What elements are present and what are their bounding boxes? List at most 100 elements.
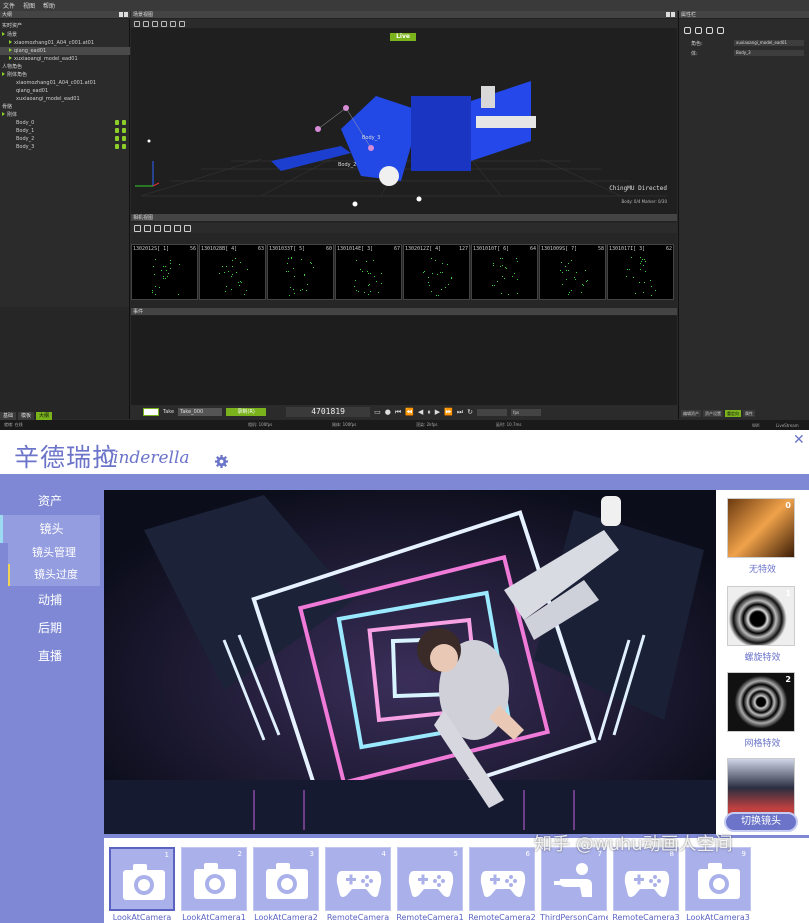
outliner-row[interactable]: Body_2: [0, 135, 130, 143]
camera-thumbnail[interactable]: 1301028B[ 4] 63: [199, 244, 266, 300]
outliner-row[interactable]: qiang_ead01: [0, 47, 130, 55]
camera-card[interactable]: 4: [325, 847, 391, 911]
outliner-row[interactable]: xiaomozhang01_A04_c001.at01: [0, 39, 130, 47]
camera-card[interactable]: 8: [613, 847, 679, 911]
rewind-icon[interactable]: ⏪: [405, 408, 414, 416]
expand-triangle-icon[interactable]: [9, 40, 12, 44]
nav-shots[interactable]: 镜头: [0, 515, 100, 543]
gear-icon[interactable]: [214, 454, 229, 469]
lock-icon[interactable]: [684, 27, 691, 34]
filter-icon[interactable]: [164, 224, 171, 232]
tab-basic[interactable]: 基础: [0, 412, 17, 420]
last-frame-icon[interactable]: ⏭: [457, 408, 463, 417]
camera-card[interactable]: 6: [469, 847, 535, 911]
tab-retarget[interactable]: 重定向: [725, 410, 741, 417]
outliner-row[interactable]: 场景: [0, 31, 130, 39]
expand-triangle-icon[interactable]: [9, 48, 12, 52]
bulb-icon[interactable]: [122, 128, 126, 133]
tab-properties[interactable]: 属性: [743, 410, 755, 417]
layout-icon[interactable]: [154, 224, 161, 232]
pause-icon[interactable]: ⏸: [427, 408, 431, 417]
nav-assets[interactable]: 资产: [0, 487, 100, 515]
visibility-icon[interactable]: [115, 144, 119, 149]
outliner-row[interactable]: xuxiaoangi_model_ead01: [0, 95, 130, 103]
camera-card[interactable]: 7: [541, 847, 607, 911]
nav-mocap[interactable]: 动捕: [0, 586, 100, 614]
menu-file[interactable]: 文件: [3, 1, 15, 10]
tab-asset-settings[interactable]: 资产设置: [703, 410, 723, 417]
print-icon[interactable]: [717, 27, 724, 34]
expand-triangle-icon[interactable]: [2, 32, 5, 36]
camera-card[interactable]: 5: [397, 847, 463, 911]
camera-thumbnail[interactable]: 1301017I[ 3] 62: [607, 244, 674, 300]
camera-thumbnail[interactable]: 1302012S[ 1] 56: [131, 244, 198, 300]
panel-menu-icon[interactable]: [119, 12, 123, 17]
play-icon[interactable]: ▶: [435, 408, 440, 416]
bulb-icon[interactable]: [122, 144, 126, 149]
speed-select[interactable]: [477, 408, 508, 416]
outliner-row[interactable]: 刚体: [0, 111, 130, 119]
camera-card[interactable]: 3: [253, 847, 319, 911]
render-preview[interactable]: [104, 490, 716, 834]
effect-thumbnail[interactable]: 0: [727, 498, 795, 558]
outliner-row[interactable]: qiang_ead01: [0, 87, 130, 95]
outliner-row[interactable]: Body_1: [0, 127, 130, 135]
panel-close-icon[interactable]: [124, 12, 128, 17]
tab-edit-asset[interactable]: 编辑资产: [681, 410, 701, 417]
body-select[interactable]: Body_3: [734, 50, 804, 56]
effect-thumbnail[interactable]: [727, 758, 795, 818]
visibility-icon[interactable]: [115, 136, 119, 141]
record-indicator[interactable]: [143, 408, 159, 416]
camera-card[interactable]: 2: [181, 847, 247, 911]
camera-thumbnail[interactable]: 1301014E[ 3] 67: [335, 244, 402, 300]
subnav-shot-transition[interactable]: 镜头过度: [8, 564, 100, 586]
switch-shot-button[interactable]: 切换镜头: [724, 812, 798, 832]
outliner-row[interactable]: 人物角色: [0, 63, 130, 71]
bulb-icon[interactable]: [122, 120, 126, 125]
close-icon[interactable]: ✕: [793, 432, 805, 448]
scene-viewport[interactable]: 场景视图 Live Body_3 Body_2 ChingMU Directed…: [131, 11, 677, 216]
camera-thumbnail[interactable]: 1302012Z[ 4] 127: [403, 244, 470, 300]
close-icon[interactable]: [184, 224, 191, 232]
expand-triangle-icon[interactable]: [9, 56, 12, 60]
outliner-row[interactable]: Body_0: [0, 119, 130, 127]
outliner-row[interactable]: Body_3: [0, 143, 130, 151]
unlock-icon[interactable]: [695, 27, 702, 34]
fps-field[interactable]: fps: [511, 408, 542, 416]
visibility-icon[interactable]: [115, 128, 119, 133]
outliner-row[interactable]: 骨骼: [0, 103, 130, 111]
camera-thumbnail[interactable]: 1301033T[ 5] 60: [267, 244, 334, 300]
expand-triangle-icon[interactable]: [2, 112, 5, 116]
select-icon[interactable]: [134, 224, 141, 232]
camera-card[interactable]: 1: [109, 847, 175, 911]
expand-triangle-icon[interactable]: [2, 72, 5, 76]
menu-view[interactable]: 视图: [23, 1, 35, 10]
nav-live[interactable]: 直播: [0, 642, 100, 670]
tab-template[interactable]: 模板: [18, 412, 35, 420]
save-icon[interactable]: [706, 27, 713, 34]
take-name-field[interactable]: Take_000: [178, 408, 223, 416]
record-button[interactable]: 录制(R): [226, 408, 267, 416]
zoom-icon[interactable]: [144, 224, 151, 232]
effect-thumbnail[interactable]: 1: [727, 586, 795, 646]
repeat-icon[interactable]: ↻: [467, 408, 473, 416]
frame-counter[interactable]: 4701819: [286, 407, 371, 417]
menu-help[interactable]: 帮助: [43, 1, 55, 10]
subnav-shot-management[interactable]: 镜头管理: [8, 542, 100, 564]
loop-icon[interactable]: ▭: [374, 408, 381, 416]
outliner-row[interactable]: xuxiaoangi_model_ead01: [0, 55, 130, 63]
visibility-icon[interactable]: [115, 120, 119, 125]
first-frame-icon[interactable]: ⏮: [395, 408, 401, 417]
nav-post[interactable]: 后期: [0, 614, 100, 642]
outliner-row[interactable]: xiaomozhang01_A04_c001.at01: [0, 79, 130, 87]
record-dot-icon[interactable]: ●: [385, 408, 391, 416]
forward-icon[interactable]: ⏩: [444, 408, 453, 416]
effect-thumbnail[interactable]: 2: [727, 672, 795, 732]
outliner-row[interactable]: 刚体角色: [0, 71, 130, 79]
bulb-icon[interactable]: [122, 136, 126, 141]
camera-thumbnail[interactable]: 1301010T[ 6] 64: [471, 244, 538, 300]
role-select[interactable]: xuxiaoangi_model_ead01: [734, 40, 804, 46]
mask-icon[interactable]: [174, 224, 181, 232]
camera-thumbnail[interactable]: 1301009S[ 7] 58: [539, 244, 606, 300]
camera-card[interactable]: 9: [685, 847, 751, 911]
